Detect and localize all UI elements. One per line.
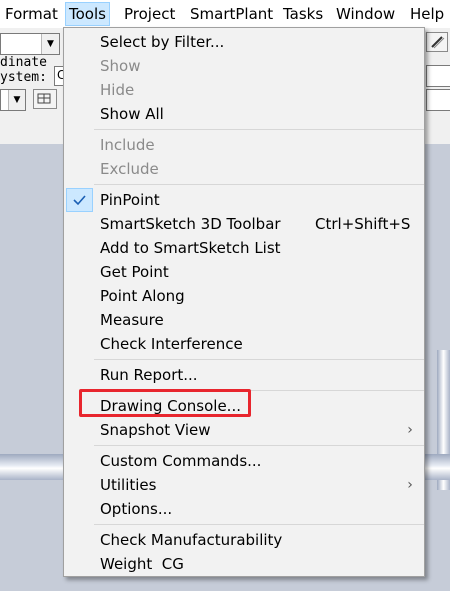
menu-tools[interactable]: Tools: [65, 2, 110, 26]
menu-item-include[interactable]: Include: [64, 133, 424, 157]
menu-item-utilities[interactable]: Utilities ›: [64, 473, 424, 497]
chevron-right-icon: ›: [407, 422, 413, 438]
menu-item-point-along[interactable]: Point Along: [64, 284, 424, 308]
menu-tasks[interactable]: Tasks: [280, 3, 326, 25]
menu-item-show[interactable]: Show: [64, 54, 424, 78]
menu-item-show-all[interactable]: Show All: [64, 102, 424, 126]
chevron-down-icon[interactable]: ▼: [41, 34, 59, 54]
highlight-annotation: [79, 389, 251, 417]
menu-separator: [94, 184, 424, 185]
menu-item-options[interactable]: Options...: [64, 497, 424, 521]
coordinate-label-line2: ystem:: [0, 70, 47, 85]
menu-separator: [94, 359, 424, 360]
menu-smartplant[interactable]: SmartPlant: [187, 3, 276, 25]
menu-separator: [94, 524, 424, 525]
menu-item-custom-commands[interactable]: Custom Commands...: [64, 449, 424, 473]
view-combo[interactable]: ▼: [0, 89, 26, 111]
menu-item-pinpoint[interactable]: PinPoint: [64, 188, 424, 212]
toolbar-grid-button[interactable]: [33, 89, 57, 109]
chevron-right-icon: ›: [407, 477, 413, 493]
menu-item-check-manufacturability[interactable]: Check Manufacturability: [64, 528, 424, 552]
menu-separator: [94, 445, 424, 446]
menu-item-snapshot-view[interactable]: Snapshot View ›: [64, 418, 424, 442]
shortcut-label: Ctrl+Shift+S: [315, 215, 411, 233]
checkmark-icon: [66, 188, 93, 212]
menu-format[interactable]: Format: [2, 3, 61, 25]
menu-item-run-report[interactable]: Run Report...: [64, 363, 424, 387]
filter-combo[interactable]: ▼: [0, 33, 60, 55]
menu-separator: [94, 129, 424, 130]
chevron-down-icon[interactable]: ▼: [8, 90, 25, 110]
right-combo-top[interactable]: [426, 65, 450, 87]
menu-bar: Format Tools Project SmartPlant Tasks Wi…: [0, 0, 450, 29]
grid-icon: [37, 93, 51, 104]
right-combo-bottom[interactable]: [426, 89, 450, 111]
tools-menu: Select by Filter... Show Hide Show All I…: [63, 27, 425, 577]
menu-item-add-to-smartsketch-list[interactable]: Add to SmartSketch List: [64, 236, 424, 260]
pencil-icon: [431, 36, 445, 49]
menu-item-weight-cg[interactable]: Weight CG: [64, 552, 424, 576]
menu-window[interactable]: Window: [333, 3, 398, 25]
menu-item-smartsketch-3d-toolbar[interactable]: SmartSketch 3D Toolbar Ctrl+Shift+S: [64, 212, 424, 236]
menu-help[interactable]: Help: [407, 3, 447, 25]
menu-item-get-point[interactable]: Get Point: [64, 260, 424, 284]
menu-project[interactable]: Project: [121, 3, 178, 25]
menu-item-exclude[interactable]: Exclude: [64, 157, 424, 181]
menu-item-select-by-filter[interactable]: Select by Filter...: [64, 30, 424, 54]
coordinate-label-line1: dinate: [0, 55, 47, 70]
toolbar-edit-button[interactable]: [426, 32, 448, 52]
menu-item-check-interference[interactable]: Check Interference: [64, 332, 424, 356]
menu-item-measure[interactable]: Measure: [64, 308, 424, 332]
menu-item-hide[interactable]: Hide: [64, 78, 424, 102]
